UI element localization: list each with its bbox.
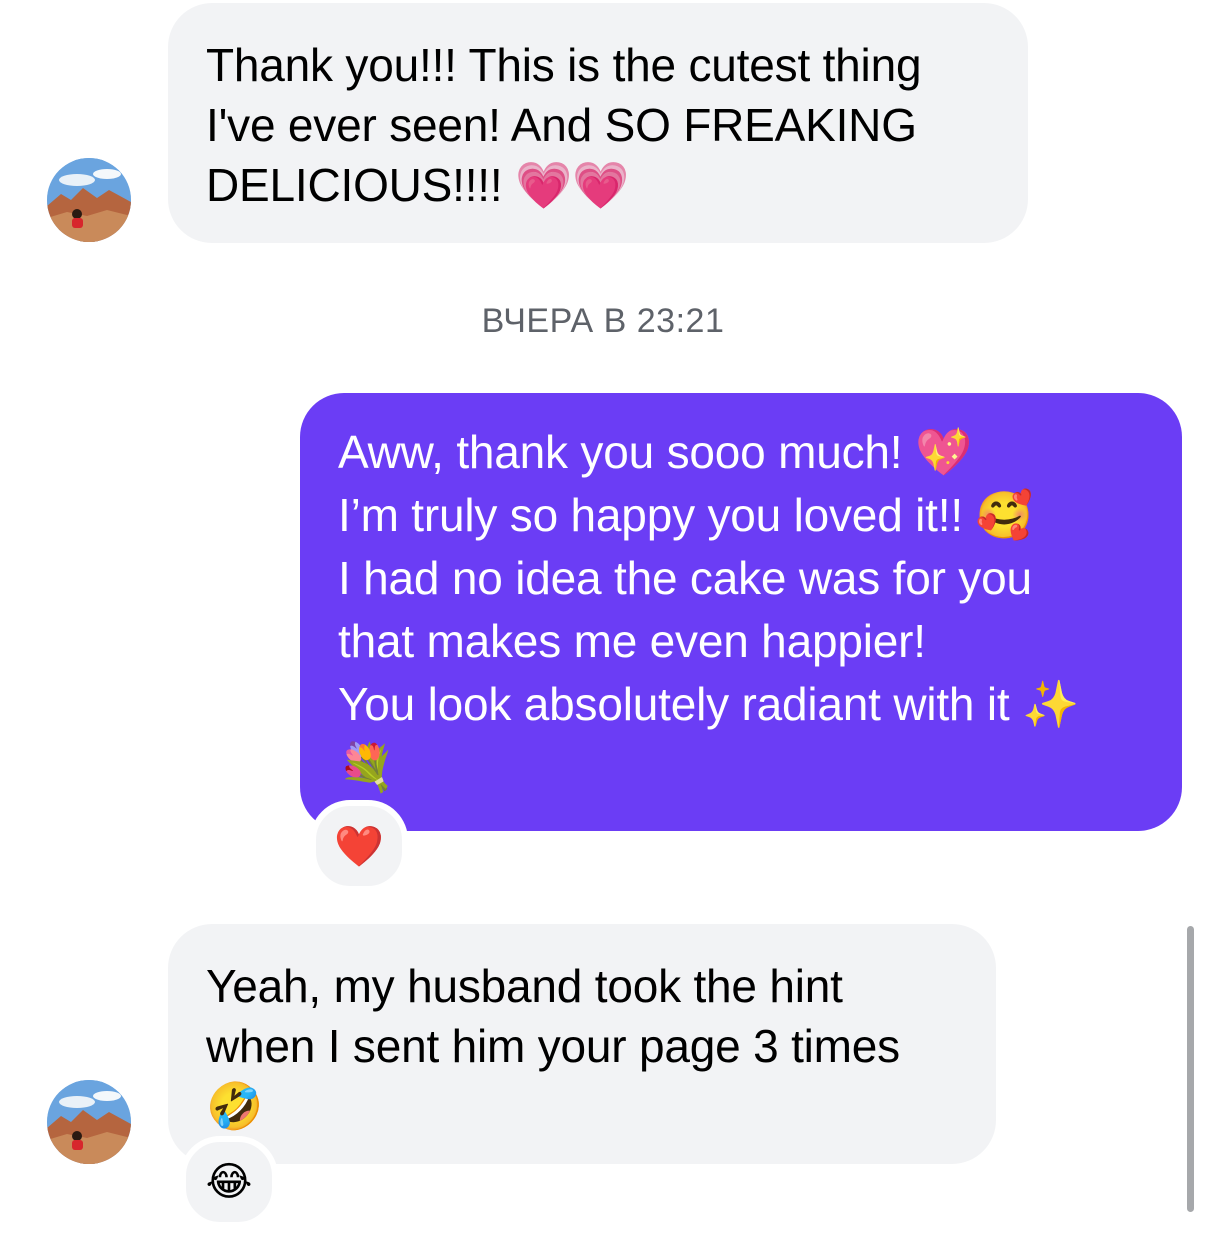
- message-text-line: I had no idea the cake was for you: [338, 552, 1032, 604]
- contact-avatar[interactable]: [47, 158, 131, 242]
- message-text-line: when I sent him your page 3 times: [206, 1020, 900, 1072]
- message-text-line: You look absolutely radiant with it ✨: [338, 678, 1080, 730]
- message-timestamp: ВЧЕРА В 23:21: [481, 302, 725, 340]
- heart-reaction-badge[interactable]: ❤️: [310, 800, 408, 892]
- laughing-reaction-badge[interactable]: 😂: [180, 1136, 278, 1228]
- vertical-scrollbar[interactable]: [1187, 926, 1194, 1212]
- message-text-line: Aww, thank you sooo much! 💖: [338, 426, 973, 478]
- message-text-line: Thank you!!! This is the cutest thing: [206, 39, 922, 91]
- message-text-line: I’m truly so happy you loved it!! 🥰: [338, 489, 1033, 541]
- outgoing-message-bubble[interactable]: Aww, thank you sooo much! 💖 I’m truly so…: [300, 393, 1182, 831]
- red-heart-icon: ❤️: [334, 823, 384, 870]
- avatar-photo: [47, 158, 131, 242]
- incoming-message-bubble[interactable]: Yeah, my husband took the hint when I se…: [168, 924, 996, 1164]
- bouquet-emoji: 💐: [338, 740, 396, 794]
- rofl-emoji: 🤣: [206, 1079, 264, 1133]
- contact-avatar[interactable]: [47, 1080, 131, 1164]
- message-text-line: that makes me even happier!: [338, 615, 926, 667]
- incoming-message-bubble[interactable]: Thank you!!! This is the cutest thing I'…: [168, 3, 1028, 243]
- tears-of-joy-icon: 😂: [205, 1159, 253, 1205]
- message-text-line: Yeah, my husband took the hint: [206, 960, 843, 1012]
- message-text-line: I've ever seen! And SO FREAKING: [206, 99, 917, 151]
- avatar-photo: [47, 1080, 131, 1164]
- message-text-line: DELICIOUS!!!! 💗💗: [206, 159, 630, 211]
